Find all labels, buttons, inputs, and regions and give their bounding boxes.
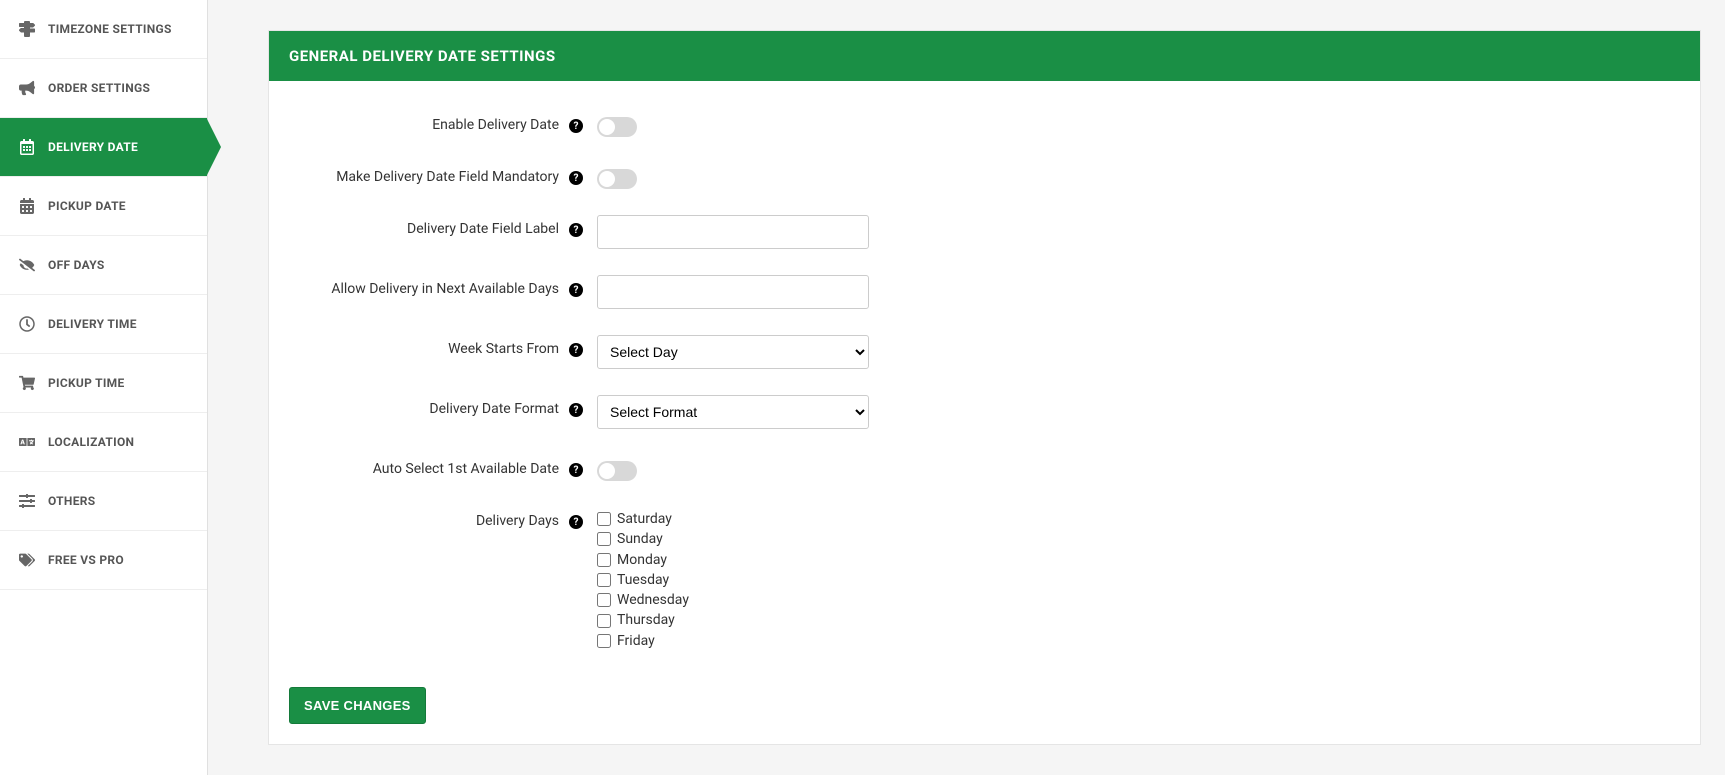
day-checkbox-tuesday[interactable]: Tuesday — [597, 570, 689, 590]
checkbox-input[interactable] — [597, 573, 611, 587]
sidebar-item-label: ORDER SETTINGS — [48, 81, 150, 95]
day-checkbox-thursday[interactable]: Thursday — [597, 610, 689, 630]
field-label-label: Delivery Date Field Label — [289, 215, 569, 237]
help-icon[interactable]: ? — [569, 171, 583, 185]
language-icon — [18, 433, 36, 451]
sidebar-item-localization[interactable]: LOCALIZATION — [0, 413, 207, 472]
checkbox-input[interactable] — [597, 553, 611, 567]
sidebar-item-label: DELIVERY TIME — [48, 317, 137, 331]
checkbox-input[interactable] — [597, 593, 611, 607]
help-icon[interactable]: ? — [569, 515, 583, 529]
calendar-icon — [18, 138, 36, 156]
day-label: Saturday — [617, 509, 672, 529]
eye-slash-icon — [18, 256, 36, 274]
day-checkbox-friday[interactable]: Friday — [597, 631, 689, 651]
sidebar-item-label: OTHERS — [48, 494, 95, 508]
sidebar-item-label: PICKUP TIME — [48, 376, 125, 390]
day-label: Friday — [617, 631, 655, 651]
day-checkbox-monday[interactable]: Monday — [597, 550, 689, 570]
auto-select-toggle[interactable] — [597, 461, 637, 481]
sidebar-item-delivery-time[interactable]: DELIVERY TIME — [0, 295, 207, 354]
day-label: Monday — [617, 550, 667, 570]
sidebar-item-label: OFF DAYS — [48, 258, 105, 272]
help-icon[interactable]: ? — [569, 463, 583, 477]
tags-icon — [18, 551, 36, 569]
help-icon[interactable]: ? — [569, 283, 583, 297]
sidebar-item-free-vs-pro[interactable]: FREE VS PRO — [0, 531, 207, 590]
sidebar-item-label: PICKUP DATE — [48, 199, 126, 213]
date-format-select[interactable]: Select Format — [597, 395, 869, 429]
sidebar-item-pickup-time[interactable]: PICKUP TIME — [0, 354, 207, 413]
sidebar-item-label: FREE VS PRO — [48, 553, 124, 567]
panel-title: GENERAL DELIVERY DATE SETTINGS — [269, 31, 1700, 81]
checkbox-input[interactable] — [597, 634, 611, 648]
day-checkbox-saturday[interactable]: Saturday — [597, 509, 689, 529]
mandatory-toggle[interactable] — [597, 169, 637, 189]
day-checkbox-sunday[interactable]: Sunday — [597, 529, 689, 549]
week-starts-label: Week Starts From — [289, 335, 569, 357]
cart-icon — [18, 374, 36, 392]
sidebar-item-others[interactable]: OTHERS — [0, 472, 207, 531]
main-content: GENERAL DELIVERY DATE SETTINGS Enable De… — [208, 0, 1725, 775]
sidebar: TIMEZONE SETTINGS ORDER SETTINGS DELIVER… — [0, 0, 208, 775]
checkbox-input[interactable] — [597, 512, 611, 526]
map-signs-icon — [18, 20, 36, 38]
settings-panel: GENERAL DELIVERY DATE SETTINGS Enable De… — [268, 30, 1701, 745]
sidebar-item-delivery-date[interactable]: DELIVERY DATE — [0, 118, 207, 177]
sidebar-item-timezone[interactable]: TIMEZONE SETTINGS — [0, 0, 207, 59]
checkbox-input[interactable] — [597, 614, 611, 628]
bullhorn-icon — [18, 79, 36, 97]
help-icon[interactable]: ? — [569, 403, 583, 417]
sidebar-item-label: TIMEZONE SETTINGS — [48, 22, 172, 36]
checkbox-input[interactable] — [597, 532, 611, 546]
sidebar-item-order[interactable]: ORDER SETTINGS — [0, 59, 207, 118]
day-checkbox-wednesday[interactable]: Wednesday — [597, 590, 689, 610]
date-format-label: Delivery Date Format — [289, 395, 569, 417]
sidebar-item-label: DELIVERY DATE — [48, 140, 138, 154]
day-label: Tuesday — [617, 570, 669, 590]
day-label: Sunday — [617, 529, 663, 549]
calendar-alt-icon — [18, 197, 36, 215]
day-label: Thursday — [617, 610, 675, 630]
help-icon[interactable]: ? — [569, 343, 583, 357]
save-button[interactable]: SAVE CHANGES — [289, 687, 426, 724]
mandatory-label: Make Delivery Date Field Mandatory — [289, 163, 569, 185]
sliders-icon — [18, 492, 36, 510]
day-label: Wednesday — [617, 590, 689, 610]
help-icon[interactable]: ? — [569, 119, 583, 133]
enable-delivery-toggle[interactable] — [597, 117, 637, 137]
delivery-days-group: Saturday Sunday Monday — [597, 509, 689, 651]
sidebar-item-pickup-date[interactable]: PICKUP DATE — [0, 177, 207, 236]
delivery-days-label: Delivery Days — [289, 507, 569, 529]
auto-select-label: Auto Select 1st Available Date — [289, 455, 569, 477]
allow-next-label: Allow Delivery in Next Available Days — [289, 275, 569, 297]
sidebar-item-label: LOCALIZATION — [48, 435, 134, 449]
week-starts-select[interactable]: Select Day — [597, 335, 869, 369]
allow-next-input[interactable] — [597, 275, 869, 309]
enable-delivery-label: Enable Delivery Date — [289, 111, 569, 133]
help-icon[interactable]: ? — [569, 223, 583, 237]
field-label-input[interactable] — [597, 215, 869, 249]
sidebar-item-off-days[interactable]: OFF DAYS — [0, 236, 207, 295]
clock-icon — [18, 315, 36, 333]
